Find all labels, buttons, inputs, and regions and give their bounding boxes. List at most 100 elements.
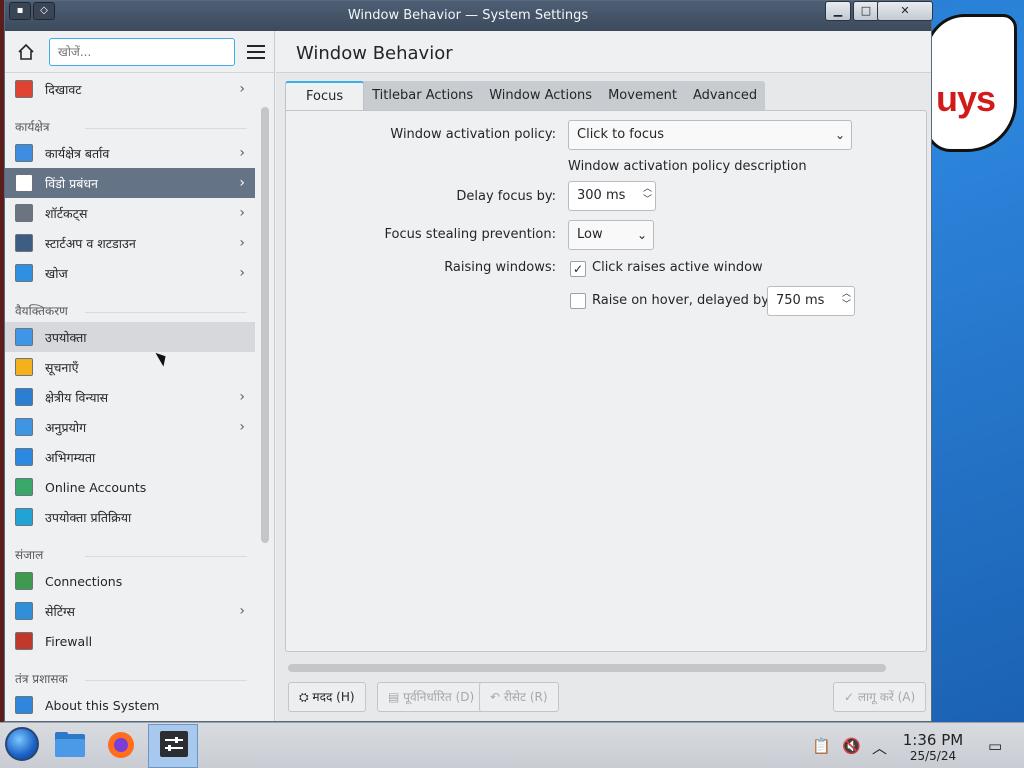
spin-arrows-icon[interactable]: ︿ ﹀ xyxy=(842,289,851,311)
reset-label: रीसेट (R) xyxy=(503,690,548,704)
delay-focus-value: 300 ms xyxy=(577,188,626,203)
maximize-button[interactable]: □ xyxy=(853,1,879,21)
sidebar-item[interactable]: अनुप्रयोग › xyxy=(5,412,255,442)
users-icon xyxy=(15,328,33,346)
sidebar-item-label: उपयोक्ता प्रतिक्रिया xyxy=(45,509,132,525)
raising-windows-label: Raising windows: xyxy=(444,260,556,275)
chevron-right-icon: › xyxy=(239,603,245,619)
sidebar-section-heading: वैयक्तिकरण xyxy=(5,288,255,322)
sidebar-item[interactable]: स्टार्टअप व शटडाउन › xyxy=(5,228,255,258)
sidebar-item[interactable]: कार्यक्षेत्र बर्ताव › xyxy=(5,138,255,168)
tray-expand-icon[interactable]: ︿ xyxy=(872,737,887,758)
workspace-behavior-icon xyxy=(15,144,33,162)
sidebar-item-label: विंडो प्रबंधन xyxy=(45,175,98,191)
sidebar-item[interactable]: Connections xyxy=(5,566,255,596)
sidebar-item[interactable]: दिखावट › xyxy=(5,74,255,104)
activation-policy-label: Window activation policy: xyxy=(390,127,556,142)
sidebar-scrollbar[interactable] xyxy=(261,107,269,543)
start-menu-icon[interactable] xyxy=(5,727,39,761)
network-settings-icon xyxy=(15,602,33,620)
show-desktop-icon[interactable]: ▭ xyxy=(988,737,1002,755)
hamburger-menu-icon[interactable] xyxy=(247,44,265,59)
titlebar[interactable]: ▪ ◇ Window Behavior — System Settings ▁ … xyxy=(5,1,933,31)
sidebar-item[interactable]: सूचनाएँ xyxy=(5,352,255,382)
sidebar-item[interactable]: उपयोक्ता xyxy=(5,322,255,352)
focus-stealing-combo[interactable]: Low ⌄ xyxy=(568,220,654,250)
undo-icon: ↶ xyxy=(490,690,504,704)
apply-label: लागू करें (A) xyxy=(857,690,916,704)
click-raises-label[interactable]: Click raises active window xyxy=(592,260,763,275)
sidebar-item[interactable]: खोज › xyxy=(5,258,255,288)
home-icon[interactable] xyxy=(15,41,37,63)
raise-hover-label[interactable]: Raise on hover, delayed by: xyxy=(592,293,772,308)
search-input[interactable] xyxy=(49,37,235,66)
regional-icon xyxy=(15,388,33,406)
sidebar-item[interactable]: विंडो प्रबंधन › xyxy=(5,168,255,198)
sidebar-section-heading: तंत्र प्रशासक xyxy=(5,656,255,690)
sidebar-item-label: शॉर्टकट्स xyxy=(45,205,88,221)
clipboard-icon[interactable]: 📋 xyxy=(812,737,831,755)
spin-arrows-icon[interactable]: ︿ ﹀ xyxy=(643,184,652,206)
apply-button[interactable]: ✓ लागू करें (A) xyxy=(833,682,927,712)
focus-stealing-value: Low xyxy=(577,227,603,242)
close-button[interactable]: ✕ xyxy=(877,1,933,21)
tab-bar: Focus Titlebar Actions Window Actions Movem… xyxy=(285,81,766,110)
defaults-label: पूर्वनिर्धारित (D) xyxy=(403,690,475,704)
tab-window-actions[interactable]: Window Actions xyxy=(481,81,600,110)
chevron-right-icon: › xyxy=(239,81,245,97)
sidebar-item[interactable]: Firewall xyxy=(5,626,255,656)
online-accounts-icon xyxy=(15,478,33,496)
file-manager-icon[interactable] xyxy=(54,730,86,760)
sidebar-item[interactable]: Online Accounts xyxy=(5,472,255,502)
tab-movement[interactable]: Movement xyxy=(600,81,685,110)
defaults-button[interactable]: ▤ पूर्वनिर्धारित (D) xyxy=(377,682,486,712)
raise-hover-checkbox[interactable] xyxy=(570,293,586,309)
horizontal-scrollbar[interactable] xyxy=(288,664,886,672)
sidebar-item[interactable]: सेटिंग्स › xyxy=(5,596,255,626)
activation-policy-combo[interactable]: Click to focus ⌄ xyxy=(568,120,852,150)
clock[interactable]: 1:36 PM 25/5/24 xyxy=(896,731,970,763)
help-label: मदद (H) xyxy=(312,690,355,704)
firewall-icon xyxy=(15,632,33,650)
tab-advanced[interactable]: Advanced xyxy=(685,81,765,110)
volume-muted-icon[interactable]: 🔇 xyxy=(842,737,861,755)
activation-policy-description: Window activation policy description xyxy=(568,159,807,174)
window-management-icon xyxy=(15,174,33,192)
help-icon: ⛭ xyxy=(299,690,313,704)
system-settings-window: ▪ ◇ Window Behavior — System Settings ▁ … xyxy=(4,0,933,722)
sidebar-list: दिखावट › कार्यक्षेत्र कार्यक्षेत्र बर्ताव › व… xyxy=(5,74,255,720)
chevron-down-icon: ⌄ xyxy=(834,128,845,142)
help-button[interactable]: ⛭ मदद (H) xyxy=(288,682,366,712)
sidebar-item-label: अनुप्रयोग xyxy=(45,419,87,435)
sidebar-item-label: Connections xyxy=(45,573,123,589)
reset-button[interactable]: ↶ रीसेट (R) xyxy=(479,682,559,712)
keyboard-icon xyxy=(15,204,33,222)
activation-policy-value: Click to focus xyxy=(577,127,664,142)
delay-focus-label: Delay focus by: xyxy=(456,189,556,204)
applications-icon xyxy=(15,418,33,436)
sidebar-item-label: कार्यक्षेत्र बर्ताव xyxy=(45,145,110,161)
minimize-button[interactable]: ▁ xyxy=(825,1,851,21)
sidebar-item[interactable]: उपयोक्ता प्रतिक्रिया xyxy=(5,502,255,532)
sidebar-section-heading: कार्यक्षेत्र xyxy=(5,104,255,138)
raise-hover-value: 750 ms xyxy=(776,293,825,308)
sidebar: दिखावट›कार्यक्षेत्रकार्यक्षेत्र बर्ताव›व… xyxy=(5,31,275,721)
chevron-right-icon: › xyxy=(239,175,245,191)
sidebar-item[interactable]: About this System xyxy=(5,690,255,720)
sidebar-item[interactable]: शॉर्टकट्स › xyxy=(5,198,255,228)
system-settings-task-icon[interactable] xyxy=(159,730,191,760)
sidebar-item-label: About this System xyxy=(45,697,160,713)
sidebar-item-label: Firewall xyxy=(45,633,93,649)
check-icon: ✓ xyxy=(844,690,858,704)
sidebar-section-heading: संजाल xyxy=(5,532,255,566)
click-raises-checkbox[interactable]: ✓ xyxy=(570,261,586,277)
tab-focus[interactable]: Focus xyxy=(285,81,365,110)
firefox-icon[interactable] xyxy=(105,730,137,760)
sidebar-item[interactable]: अभिगम्यता xyxy=(5,442,255,472)
tab-titlebar-actions[interactable]: Titlebar Actions xyxy=(364,81,481,110)
chevron-right-icon: › xyxy=(239,419,245,435)
raise-hover-spinbox[interactable]: 750 ms ︿ ﹀ xyxy=(767,286,855,316)
delay-focus-spinbox[interactable]: 300 ms ︿ ﹀ xyxy=(568,181,656,211)
sidebar-item[interactable]: क्षेत्रीय विन्यास › xyxy=(5,382,255,412)
main-content: Window Behavior Focus Titlebar Actions Win… xyxy=(276,31,931,721)
